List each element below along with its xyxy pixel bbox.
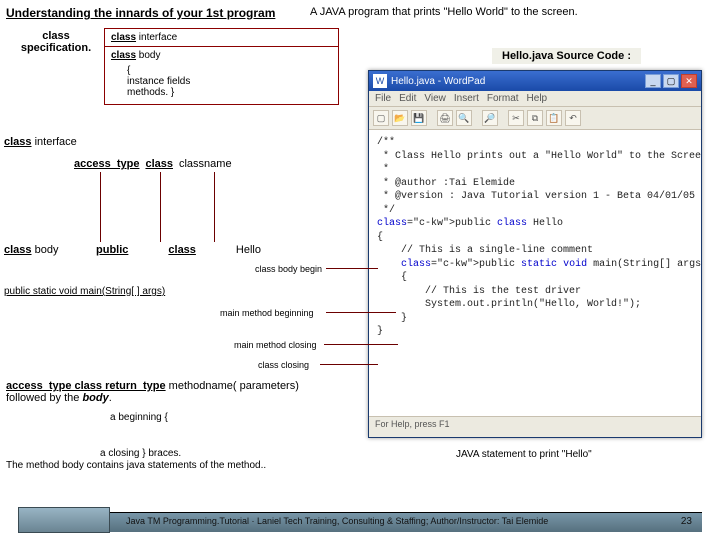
wordpad-app-icon: W [373, 74, 387, 88]
label-main-begin: main method beginning [220, 308, 314, 318]
save-icon[interactable]: 💾 [411, 110, 427, 126]
print-icon[interactable]: 🖨 [437, 110, 453, 126]
class-interface-heading: class interface [4, 136, 77, 148]
footer-text: Java TM Programming.Tutorial · Laniel Te… [126, 516, 548, 526]
label-main-close: main method closing [234, 340, 317, 350]
menu-format[interactable]: Format [487, 93, 519, 104]
menu-insert[interactable]: Insert [454, 93, 479, 104]
copy-icon[interactable]: ⧉ [527, 110, 543, 126]
label-class-close: class closing [258, 360, 309, 370]
maximize-button[interactable]: ▢ [663, 74, 679, 88]
kw-class: class [111, 32, 136, 43]
cut-icon[interactable]: ✂ [508, 110, 524, 126]
txt-body: body [32, 244, 59, 256]
txt-body: body [136, 50, 160, 61]
find-icon[interactable]: 🔎 [482, 110, 498, 126]
method-pattern-body: body [82, 392, 108, 404]
kw-class: class [4, 136, 32, 148]
spec-row-members: { instance fields methods. } [105, 63, 338, 104]
minimize-button[interactable]: _ [645, 74, 661, 88]
method-pattern-keywords: access_type class return_type [6, 380, 166, 392]
line-mmbegin [326, 312, 396, 313]
footer-bar: Java TM Programming.Tutorial · Laniel Te… [18, 512, 702, 532]
footer-logo-block [18, 507, 110, 533]
menu-edit[interactable]: Edit [399, 93, 416, 104]
wordpad-statusbar: For Help, press F1 [369, 416, 701, 431]
pattern-access-type: access_type [74, 158, 139, 170]
method-pattern: access_type class return_type methodname… [6, 380, 336, 404]
undo-icon[interactable]: ↶ [565, 110, 581, 126]
spec-row-body: class body [105, 47, 338, 63]
spec-row-interface: class interface [105, 29, 338, 47]
classname-hello: Hello [236, 244, 261, 256]
page-number: 23 [681, 516, 692, 527]
new-icon[interactable]: ▢ [373, 110, 389, 126]
kw-class: class [4, 244, 32, 256]
java-statement-caption: JAVA statement to print "Hello" [456, 449, 592, 460]
arrow-name [214, 172, 215, 242]
kw-class: class [111, 50, 136, 61]
method-pattern-dot: . [109, 392, 112, 404]
class-spec-box: class interface class body { instance fi… [104, 28, 339, 105]
line-cclose [320, 364, 378, 365]
kw-class: class [168, 244, 196, 256]
wordpad-window: W Hello.java - WordPad _ ▢ ✕ File Edit V… [368, 70, 702, 438]
page-subtitle: A JAVA program that prints "Hello World"… [310, 6, 578, 18]
line-cbbegin [326, 268, 378, 269]
txt-interface: interface [32, 136, 77, 148]
paste-icon[interactable]: 📋 [546, 110, 562, 126]
arrow-class [160, 172, 161, 242]
main-signature: public static void main(String[ ] args) [4, 286, 165, 297]
source-code-label: Hello.java Source Code : [492, 48, 641, 64]
line-mmclose [324, 344, 398, 345]
open-icon[interactable]: 📂 [392, 110, 408, 126]
label-class-body-begin: class body begin [255, 264, 322, 274]
class-body-heading: class body [4, 244, 58, 256]
menu-file[interactable]: File [375, 93, 391, 104]
a-beginning-brace: a beginning { [110, 412, 168, 423]
pattern-classname: classname [179, 158, 232, 170]
public-class-hello: public class Hello [96, 244, 261, 256]
menu-view[interactable]: View [424, 93, 446, 104]
class-interface-pattern: access_type class classname [74, 158, 232, 170]
wordpad-titlebar: W Hello.java - WordPad _ ▢ ✕ [369, 71, 701, 91]
pattern-class-kw: class [145, 158, 173, 170]
wordpad-toolbar: ▢ 📂 💾 🖨 🔍 🔎 ✂ ⧉ 📋 ↶ [369, 107, 701, 130]
arrow-access [100, 172, 101, 242]
txt-interface: interface [136, 32, 177, 43]
preview-icon[interactable]: 🔍 [456, 110, 472, 126]
class-spec-label: class specification. [12, 30, 100, 54]
a-closing-brace: a closing } braces. [100, 448, 181, 459]
menu-help[interactable]: Help [527, 93, 548, 104]
kw-public: public [96, 244, 128, 256]
wordpad-title-text: Hello.java - WordPad [391, 76, 645, 87]
wordpad-editor[interactable]: /** * Class Hello prints out a "Hello Wo… [369, 130, 701, 416]
page-title: Understanding the innards of your 1st pr… [6, 6, 275, 20]
close-button[interactable]: ✕ [681, 74, 697, 88]
wordpad-menubar: File Edit View Insert Format Help [369, 91, 701, 107]
method-body-note: The method body contains java statements… [6, 460, 266, 471]
